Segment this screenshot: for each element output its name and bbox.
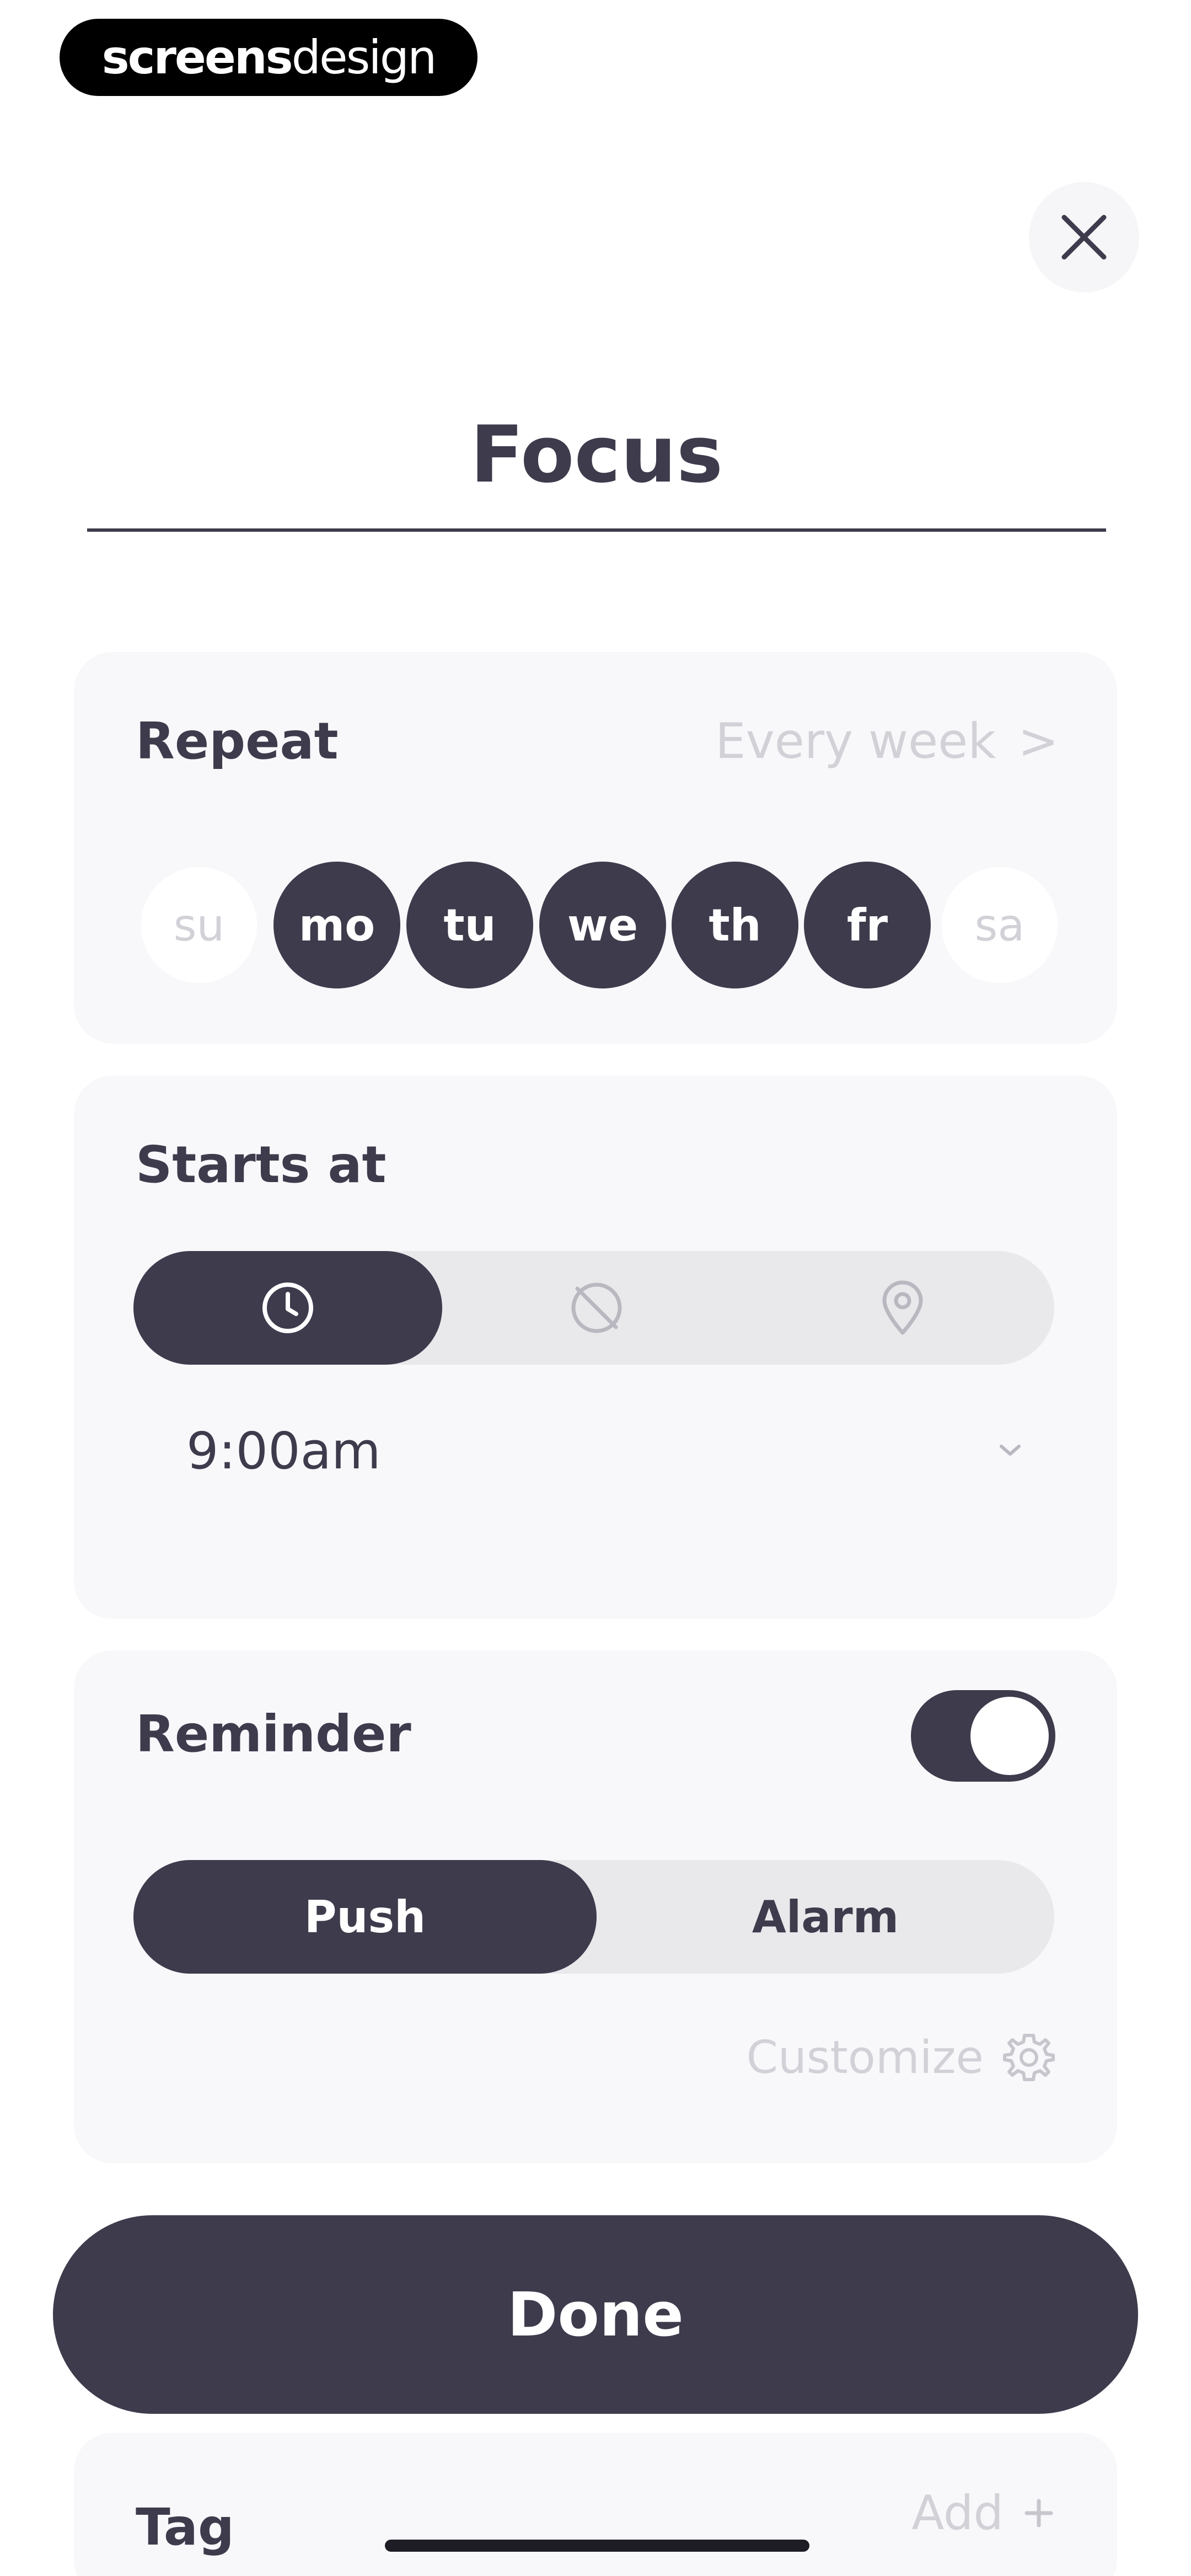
reminder-toggle[interactable] (911, 1690, 1055, 1782)
starts-at-card: Starts at 9:00am (74, 1076, 1117, 1619)
location-pin-icon (882, 1280, 923, 1335)
start-mode-anytime[interactable] (442, 1251, 751, 1365)
tag-label: Tag (136, 2498, 234, 2557)
weekday-picker: su mo tu we th fr sa (141, 862, 1058, 994)
reminder-card: Reminder Push Alarm Customize (74, 1650, 1117, 2163)
habit-title-field[interactable]: Focus (87, 381, 1106, 532)
reminder-label: Reminder (136, 1704, 411, 1763)
plus-icon (1024, 2499, 1053, 2527)
reminder-type-push[interactable]: Push (133, 1860, 597, 1974)
chevron-down-icon (1000, 1445, 1021, 1456)
customize-reminder-button[interactable]: Customize (747, 2031, 1055, 2084)
day-we[interactable]: we (539, 862, 666, 988)
day-su[interactable]: su (141, 867, 257, 983)
watermark-text: screensdesign (101, 30, 437, 84)
no-time-icon (571, 1282, 622, 1333)
day-th[interactable]: th (672, 862, 798, 988)
customize-label: Customize (746, 2031, 984, 2084)
repeat-label: Repeat (136, 712, 339, 771)
done-label: Done (507, 2279, 684, 2350)
starts-at-label: Starts at (136, 1135, 387, 1194)
day-tu[interactable]: tu (406, 862, 533, 988)
habit-editor-screen: screensdesign Focus Repeat Every week > … (0, 0, 1191, 2576)
clock-icon (262, 1282, 313, 1333)
habit-title-text: Focus (470, 409, 723, 500)
gear-icon (1003, 2034, 1055, 2081)
repeat-frequency-selector[interactable]: Every week > (715, 713, 1059, 769)
close-button[interactable] (1029, 182, 1139, 292)
reminder-type-alarm[interactable]: Alarm (597, 1860, 1054, 1974)
reminder-type-segmented-control: Push Alarm (133, 1860, 1054, 1974)
start-time-value: 9:00am (186, 1421, 381, 1481)
start-mode-segmented-control (133, 1251, 1054, 1365)
start-time-dropdown[interactable]: 9:00am (133, 1396, 1054, 1506)
repeat-frequency-value: Every week (715, 713, 996, 769)
start-mode-location[interactable] (751, 1251, 1054, 1365)
home-indicator (385, 2540, 809, 2552)
toggle-knob (970, 1697, 1049, 1775)
day-fr[interactable]: fr (804, 862, 931, 988)
day-mo[interactable]: mo (273, 862, 400, 988)
add-tag-label: Add (911, 2486, 1004, 2541)
screensdesign-watermark: screensdesign (60, 19, 478, 96)
start-mode-time[interactable] (133, 1251, 442, 1365)
done-button[interactable]: Done (53, 2215, 1138, 2414)
add-tag-button[interactable]: Add (912, 2486, 1056, 2541)
day-sa[interactable]: sa (942, 867, 1058, 983)
chevron-right-icon: > (1018, 713, 1059, 769)
close-icon (1061, 215, 1107, 260)
repeat-card: Repeat Every week > su mo tu we th fr sa (74, 652, 1117, 1044)
tag-card: Tag Add (74, 2433, 1117, 2576)
